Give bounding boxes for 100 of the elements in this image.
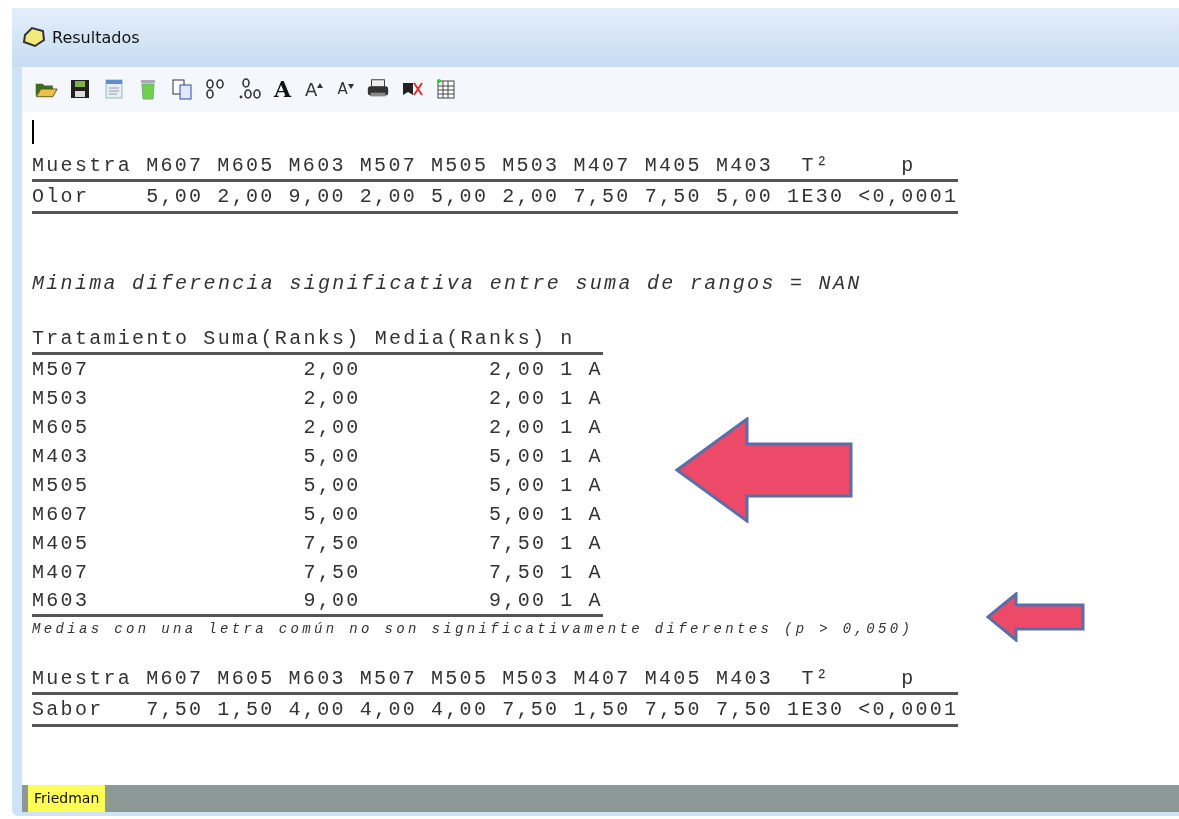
table-cell: 1E30 — [773, 693, 845, 726]
table-cell: <0,0001 — [844, 693, 959, 726]
table-cell: 7,50 — [701, 693, 774, 726]
table-cell-text: M503 — [32, 385, 91, 412]
table-cell: 7,50 — [488, 693, 560, 726]
column-header: M605 — [203, 664, 275, 694]
column-header: M503 — [488, 151, 560, 181]
column-header: M505 — [417, 151, 489, 181]
font-grow-button[interactable]: A — [303, 78, 326, 100]
table-cell: 7,50 — [132, 693, 204, 726]
table-cell: 9,00 — [189, 586, 361, 616]
column-header: Tratamiento — [32, 324, 190, 354]
column-header: p — [844, 664, 959, 694]
table-cell: 7,50 — [630, 180, 702, 213]
table-cell-text: M403 — [32, 443, 91, 470]
table-cell: 5,00 — [132, 180, 204, 213]
table-cell: A — [574, 353, 603, 384]
tab[interactable]: Friedman — [28, 784, 106, 812]
table-cell-text: M405 — [32, 530, 91, 557]
column-header: M607 — [132, 664, 204, 694]
triangle-down-icon — [347, 84, 354, 90]
table-cell: 1 — [546, 586, 575, 616]
column-header: Suma(Ranks) — [189, 324, 361, 354]
table-cell-text: 1 — [559, 443, 575, 470]
table-cell: 1,50 — [559, 693, 631, 726]
table-cell-text: 1 — [559, 472, 575, 499]
column-header: M503 — [488, 664, 560, 694]
table-cell-text: M505 — [32, 472, 91, 499]
table-cell-text: A — [587, 530, 603, 557]
table-cell-text: 7,50 — [488, 559, 547, 586]
table-cell: <0,0001 — [844, 180, 959, 213]
text-cursor — [32, 119, 34, 144]
table-cell-text: A — [587, 385, 603, 412]
table-cell: Olor — [32, 180, 133, 213]
table-cell-text: M407 — [32, 559, 91, 586]
column-header: M507 — [345, 664, 417, 694]
table-cell: 5,00 — [701, 180, 774, 213]
table-cell-text: 7,50 — [302, 530, 361, 557]
table-cell-text: 7,50 — [302, 559, 361, 586]
footnote: Medias con una letra común no son significativamente diferentes (p > 0,050) — [32, 620, 915, 637]
column-header: M505 — [417, 664, 489, 694]
column-header: M405 — [630, 664, 702, 694]
column-header: Media(Ranks) — [360, 324, 547, 354]
table-cell-text: M605 — [32, 414, 91, 441]
column-header: M403 — [701, 151, 774, 181]
table-cell: 5,00 — [417, 180, 489, 213]
result-heading: Minima diferencia significativa entre suma de rangos = NAN — [32, 271, 863, 295]
table-cell-text: 2,00 — [488, 385, 547, 412]
table-cell-text: 1 — [559, 530, 575, 557]
column-header: M407 — [559, 151, 631, 181]
table-cell-text: M607 — [32, 501, 91, 528]
column-header: n — [546, 324, 575, 354]
table-cell: 4,00 — [345, 693, 417, 726]
table-cell: Sabor — [32, 693, 133, 726]
table-cell-text: 5,00 — [302, 443, 361, 470]
table-cell-text: 2,00 — [302, 414, 361, 441]
table-cell-text: 5,00 — [488, 443, 547, 470]
table-cell-text: 1 — [559, 559, 575, 586]
font-shrink-button[interactable]: A — [335, 80, 356, 99]
table-cell: 4,00 — [417, 693, 489, 726]
table-cell-text: 1 — [559, 501, 575, 528]
table-cell: 2,00 — [345, 180, 417, 213]
table-cell: 9,00 — [274, 180, 346, 213]
table-cell-text: 7,50 — [488, 530, 547, 557]
app-icon — [22, 26, 46, 49]
column-header: Muestra — [32, 664, 133, 694]
column-header: Muestra — [32, 151, 133, 181]
column-header: M507 — [345, 151, 417, 181]
table-cell: 2,00 — [189, 353, 361, 384]
table-cell: M603 — [32, 586, 190, 616]
table-cell-text: 2,00 — [488, 414, 547, 441]
table-cell: 1,50 — [203, 693, 275, 726]
copy-icon[interactable] — [170, 77, 194, 102]
column-header: M407 — [559, 664, 631, 694]
table-cell-text: A — [587, 559, 603, 586]
decimal-icon[interactable] — [238, 77, 262, 102]
table-cell-text: A — [587, 414, 603, 441]
table-cell-text: 2,00 — [302, 385, 361, 412]
table-cell: 7,50 — [630, 693, 702, 726]
column-header: M603 — [274, 151, 346, 181]
column-header: M605 — [203, 151, 275, 181]
table-cell: 1E30 — [773, 180, 845, 213]
table-cell: 1 — [546, 353, 575, 384]
triangle-up-icon — [317, 82, 324, 88]
font-button[interactable]: A — [272, 76, 294, 103]
column-header: p — [844, 151, 959, 181]
table-cell: 2,00 — [203, 180, 275, 213]
table-cell: 2,00 — [360, 353, 547, 384]
table-cell-text: 5,00 — [302, 472, 361, 499]
document-icon[interactable] — [102, 77, 126, 102]
column-header: M607 — [132, 151, 204, 181]
table-cell-text: 5,00 — [488, 472, 547, 499]
column-header: T² — [773, 664, 845, 694]
table-cell-text: 1 — [559, 385, 575, 412]
column-header: M403 — [701, 664, 774, 694]
table-cell: A — [574, 586, 603, 616]
table-cell: M507 — [32, 353, 190, 384]
table-cell: 9,00 — [360, 586, 547, 616]
table-cell-text: A — [587, 501, 603, 528]
table-cell: 7,50 — [559, 180, 631, 213]
